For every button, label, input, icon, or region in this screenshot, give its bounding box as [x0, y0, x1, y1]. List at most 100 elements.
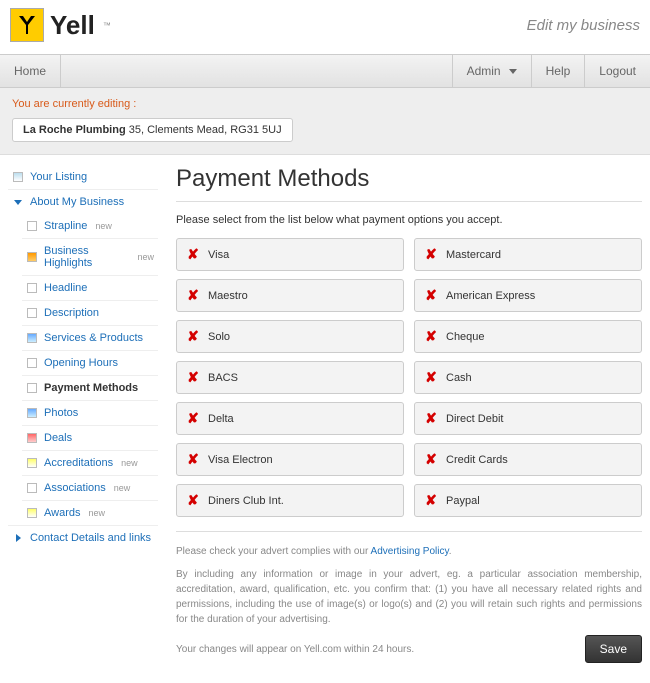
headline-icon: [26, 282, 38, 294]
payment-method-toggle[interactable]: ✘Solo: [176, 320, 404, 353]
sidebar-item-label: Business Highlights: [44, 245, 129, 269]
sidebar-item-label: Strapline: [44, 220, 87, 232]
header: Yell ™ Edit my business: [0, 0, 650, 54]
nav-logout[interactable]: Logout: [584, 55, 650, 87]
sidebar-item-payment[interactable]: Payment Methods: [22, 375, 158, 400]
deals-icon: [26, 432, 38, 444]
sidebar-item-label: Opening Hours: [44, 357, 118, 369]
x-icon: ✘: [424, 246, 438, 263]
payment-method-toggle[interactable]: ✘ Delta: [176, 402, 404, 435]
listing-icon: [12, 171, 24, 183]
sidebar-section-label: About My Business: [30, 196, 124, 208]
sidebar-section-label: Contact Details and links: [30, 532, 151, 544]
payment-method-label: Visa Electron: [208, 454, 273, 466]
description-icon: [26, 307, 38, 319]
sidebar-your-listing[interactable]: Your Listing: [8, 165, 158, 189]
payment-method-label: Delta: [208, 413, 234, 425]
sidebar: Your Listing About My Business Strapline…: [8, 165, 158, 663]
sidebar-item-label: Accreditations: [44, 457, 113, 469]
payment-method-toggle[interactable]: ✘ Paypal: [414, 484, 642, 517]
sidebar-item-services[interactable]: Services & Products: [22, 325, 158, 350]
payment-method-label: Solo: [208, 331, 230, 343]
sidebar-item-accreditations[interactable]: Accreditationsnew: [22, 450, 158, 475]
main-content: Payment Methods Please select from the l…: [176, 165, 642, 663]
sidebar-item-label: Headline: [44, 282, 87, 294]
trademark: ™: [103, 21, 111, 30]
x-icon: ✘: [186, 369, 200, 386]
sidebar-item-description[interactable]: Description: [22, 300, 158, 325]
payment-methods-grid: ✘ Visa ✘ Mastercard ✘ Maestro ✘American Expres…: [176, 238, 642, 517]
yell-logo-icon: [10, 8, 44, 42]
payment-method-toggle[interactable]: ✘ Cheque: [414, 320, 642, 353]
payment-method-toggle[interactable]: ✘Direct Debit: [414, 402, 642, 435]
awards-icon: [26, 507, 38, 519]
payment-method-label: Credit Cards: [446, 454, 508, 466]
payment-method-toggle[interactable]: ✘ Visa Electron: [176, 443, 404, 476]
sidebar-item-photos[interactable]: Photos: [22, 400, 158, 425]
payment-method-label: Cash: [446, 372, 472, 384]
sidebar-item-awards[interactable]: Awards new: [22, 500, 158, 525]
brand-logo[interactable]: Yell ™: [10, 8, 111, 42]
nav-help[interactable]: Help: [531, 55, 585, 87]
x-icon: ✘: [424, 410, 438, 427]
sidebar-item-label: Awards: [44, 507, 80, 519]
sidebar-item-label: Payment Methods: [44, 382, 138, 394]
new-badge: new: [95, 221, 112, 231]
x-icon: ✘: [186, 246, 200, 263]
sidebar-item-headline[interactable]: Headline: [22, 275, 158, 300]
x-icon: ✘: [424, 451, 438, 468]
business-address: 35, Clements Mead, RG31 5UJ: [126, 124, 282, 136]
strapline-icon: [26, 220, 38, 232]
footer-policy: Please check your advert complies with o…: [176, 544, 642, 559]
chevron-right-icon: [12, 532, 24, 544]
new-badge: new: [137, 252, 154, 262]
payment-method-label: Maestro: [208, 290, 248, 302]
payment-icon: [26, 382, 38, 394]
x-icon: ✘: [424, 328, 438, 345]
payment-method-toggle[interactable]: ✘Diners Club Int.: [176, 484, 404, 517]
sidebar-item-highlights[interactable]: Business Highlights new: [22, 238, 158, 275]
save-button[interactable]: Save: [585, 635, 642, 663]
sidebar-item-associations[interactable]: Associationsnew: [22, 475, 158, 500]
nav-admin-label: Admin: [467, 64, 501, 78]
payment-method-toggle[interactable]: ✘ Credit Cards: [414, 443, 642, 476]
x-icon: ✘: [424, 287, 438, 304]
footer-timing: Your changes will appear on Yell.com wit…: [176, 642, 414, 657]
sidebar-item-hours[interactable]: Opening Hours: [22, 350, 158, 375]
footer-disclaimer: By including any information or image in…: [176, 567, 642, 627]
payment-method-label: Cheque: [446, 331, 485, 343]
instructions: Please select from the list below what p…: [176, 214, 642, 226]
payment-method-toggle[interactable]: ✘American Express: [414, 279, 642, 312]
new-badge: new: [88, 508, 105, 518]
x-icon: ✘: [424, 492, 438, 509]
sidebar-item-deals[interactable]: Deals: [22, 425, 158, 450]
x-icon: ✘: [186, 410, 200, 427]
sidebar-item-strapline[interactable]: Strapline new: [22, 214, 158, 238]
x-icon: ✘: [186, 451, 200, 468]
editing-context: You are currently editing : La Roche Plu…: [0, 88, 650, 155]
highlights-icon: [26, 251, 38, 263]
x-icon: ✘: [186, 287, 200, 304]
payment-method-toggle[interactable]: ✘BACS: [176, 361, 404, 394]
sidebar-about-items: Strapline new Business Highlights new Head…: [8, 214, 158, 525]
sidebar-item-label: Description: [44, 307, 99, 319]
payment-method-label: Mastercard: [446, 249, 501, 261]
payment-method-toggle[interactable]: ✘ Maestro: [176, 279, 404, 312]
payment-method-toggle[interactable]: ✘ Visa: [176, 238, 404, 271]
payment-method-toggle[interactable]: ✘ Mastercard: [414, 238, 642, 271]
sidebar-section-contact[interactable]: Contact Details and links: [8, 525, 158, 550]
payment-method-toggle[interactable]: ✘ Cash: [414, 361, 642, 394]
payment-method-label: Diners Club Int.: [208, 495, 284, 507]
payment-method-label: Paypal: [446, 495, 480, 507]
x-icon: ✘: [424, 369, 438, 386]
sidebar-section-about[interactable]: About My Business: [8, 189, 158, 214]
payment-method-label: Visa: [208, 249, 229, 261]
top-nav: Home Admin Help Logout: [0, 54, 650, 88]
photos-icon: [26, 407, 38, 419]
nav-home[interactable]: Home: [0, 55, 61, 87]
nav-admin[interactable]: Admin: [452, 55, 531, 87]
business-selector[interactable]: La Roche Plumbing 35, Clements Mead, RG3…: [12, 118, 293, 142]
associations-icon: [26, 482, 38, 494]
advertising-policy-link[interactable]: Advertising Policy: [371, 546, 449, 557]
chevron-down-icon: [509, 69, 517, 74]
